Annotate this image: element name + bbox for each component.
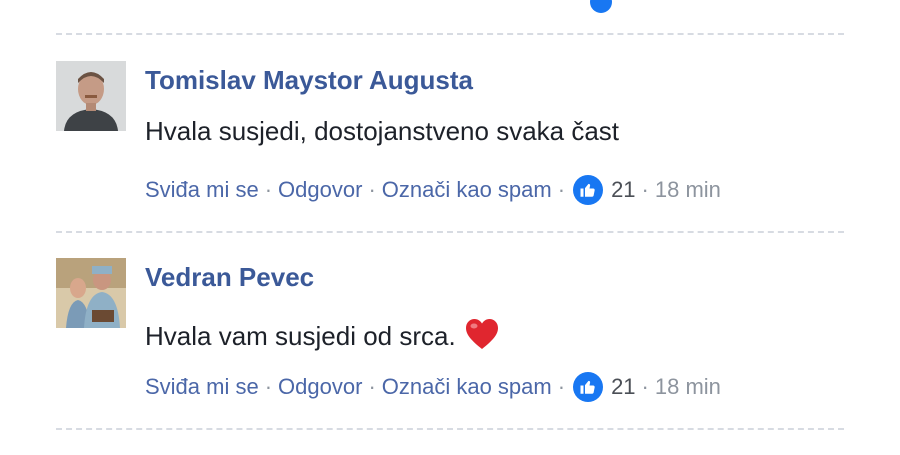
- timestamp[interactable]: 18 min: [655, 374, 721, 400]
- separator-dot: ·: [368, 177, 376, 202]
- divider: [56, 33, 844, 35]
- divider: [56, 428, 844, 430]
- thumbs-up-icon[interactable]: [573, 175, 604, 205]
- divider: [56, 231, 844, 233]
- comment-text: Hvala susjedi, dostojanstveno svaka čast: [145, 116, 619, 147]
- separator-dot: ·: [368, 374, 376, 399]
- thumbs-up-icon: [590, 0, 612, 14]
- separator-dot: ·: [557, 374, 566, 399]
- separator-dot: ·: [641, 177, 649, 202]
- thumbs-up-icon[interactable]: [573, 372, 604, 402]
- comment-actions: Sviđa mi se · Odgovor · Označi kao spam …: [145, 372, 721, 402]
- previous-comment-actions-cut: [290, 0, 612, 14]
- timestamp[interactable]: 18 min: [655, 177, 721, 203]
- avatar[interactable]: [56, 258, 126, 328]
- reply-link[interactable]: Odgovor: [278, 374, 362, 400]
- separator-dot: ·: [557, 177, 566, 202]
- comment-actions: Sviđa mi se · Odgovor · Označi kao spam …: [145, 175, 721, 205]
- comment-text-body: Hvala susjedi, dostojanstveno svaka čast: [145, 116, 620, 146]
- like-count[interactable]: 21: [611, 374, 635, 400]
- avatar[interactable]: [56, 61, 126, 131]
- report-spam-link[interactable]: Označi kao spam: [382, 177, 552, 203]
- like-link[interactable]: Sviđa mi se: [145, 177, 259, 203]
- reply-link[interactable]: Odgovor: [278, 177, 362, 203]
- like-count[interactable]: 21: [611, 177, 635, 203]
- separator-dot: ·: [641, 374, 649, 399]
- comment-author[interactable]: Tomislav Maystor Augusta: [145, 65, 473, 96]
- comment-text: Hvala vam susjedi od srca.: [145, 313, 499, 352]
- heart-icon: [465, 319, 499, 356]
- separator-dot: ·: [264, 374, 273, 399]
- comment-text-body: Hvala vam susjedi od srca.: [145, 321, 456, 351]
- comment-author[interactable]: Vedran Pevec: [145, 262, 314, 293]
- report-spam-link[interactable]: Označi kao spam: [382, 374, 552, 400]
- separator-dot: ·: [264, 177, 273, 202]
- like-link[interactable]: Sviđa mi se: [145, 374, 259, 400]
